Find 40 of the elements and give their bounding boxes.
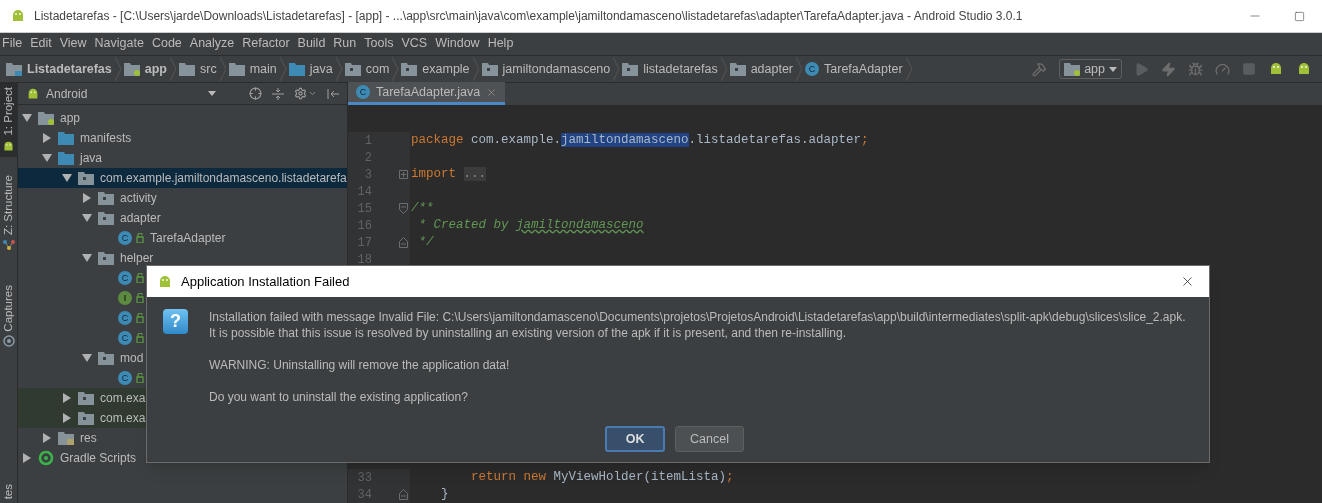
- code-line: * Created by jamiltondamasceno: [417, 217, 644, 234]
- code-line: */: [417, 234, 434, 251]
- code-line: }: [440, 486, 449, 503]
- window-title: Listadetarefas - [C:\Users\jarde\Downloads\Listadetarefas] - [app] - ...\app\src\main\java\com\example\jamiltondamasceno\listadetarefas\adapter\TarefaAdapter.java - Android Studio 3.0.1: [34, 8, 1023, 25]
- dialog-message: Do you want to uninstall the existing application?: [209, 389, 469, 405]
- side-tab-label: Z: Structure: [0, 174, 15, 235]
- dialog-title: Application Installation Failed: [181, 272, 350, 291]
- class-icon: C: [118, 231, 132, 245]
- tree-label: activity: [120, 190, 157, 207]
- class-icon: C: [118, 311, 132, 325]
- tree-label: manifests: [80, 130, 132, 147]
- question-icon: ?: [163, 309, 188, 334]
- tree-label: com.exa: [100, 410, 146, 427]
- dialog-message: Installation failed with message Invalid File: C:\Users\jamiltondamasceno\Documents\projetos\ProjetosAndroid\Listadetarefas\app\build\intermediates\split-apk\debug\slices\slice_2.apk. It is possible that this issue is resolved by uninstalling an existing version of the apk if it is present, and then re-installing.: [209, 309, 1187, 341]
- class-icon: C: [118, 371, 132, 385]
- class-icon: C: [805, 62, 820, 76]
- side-tab-label: Captures: [0, 284, 15, 332]
- side-tab-label: 1: Project: [0, 87, 15, 136]
- editor-tab-label: TarefaAdapter.java: [376, 83, 481, 101]
- run-config-label: app: [1084, 60, 1105, 78]
- tree-label: adapter: [120, 210, 161, 227]
- dialog-message: WARNING: Uninstalling will remove the application data!: [209, 357, 511, 373]
- class-icon: C: [356, 85, 370, 99]
- code-line: /**: [410, 200, 434, 217]
- tree-label: app: [60, 110, 81, 127]
- tree-label: helper: [120, 250, 154, 267]
- side-tab-label: tes: [0, 483, 15, 499]
- tree-label: TarefaAdapter: [150, 230, 226, 247]
- tree-label: com.exa: [100, 390, 146, 407]
- class-icon: C: [118, 271, 132, 285]
- code-line: return new MyViewHolder(itemLista);: [470, 469, 734, 486]
- tree-label: res: [80, 430, 97, 447]
- code-line: import ...: [410, 166, 487, 183]
- tree-label: com.example.jamiltondamasceno.listadetarefa: [100, 170, 347, 187]
- tree-label: mod: [120, 350, 144, 367]
- tree-label: java: [80, 150, 102, 167]
- interface-icon: I: [118, 291, 132, 305]
- class-icon: C: [118, 331, 132, 345]
- view-dropdown-label: Android: [46, 85, 88, 103]
- tree-label: Gradle Scripts: [60, 450, 137, 467]
